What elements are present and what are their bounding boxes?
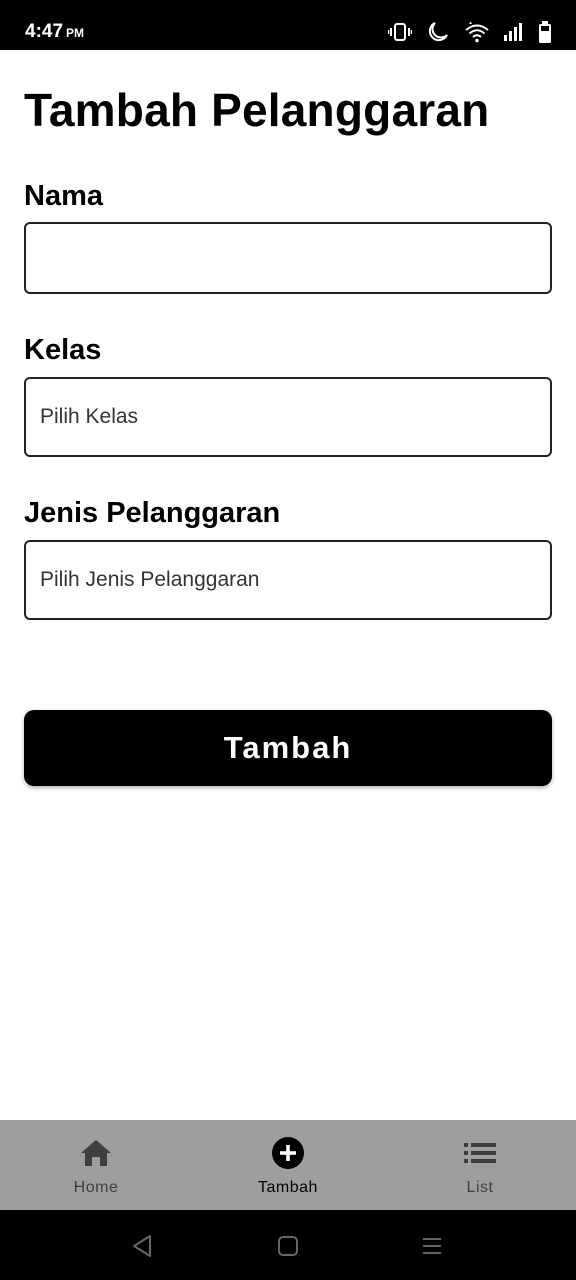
home-square-icon[interactable]: [274, 1232, 302, 1260]
tab-list[interactable]: List: [384, 1120, 576, 1210]
battery-icon: [538, 21, 552, 43]
tab-tambah-label: Tambah: [258, 1179, 318, 1196]
status-bar: 4:47 PM: [0, 0, 576, 50]
screen: 4:47 PM Tambah Pelanggaran Nama Kelas Pi…: [0, 0, 576, 1280]
add-circle-icon: [271, 1136, 305, 1170]
status-time: 4:47: [25, 21, 64, 42]
status-ampm: PM: [66, 26, 85, 40]
jenis-select[interactable]: Pilih Jenis Pelanggaran: [24, 540, 552, 620]
bottom-tab-bar: Home Tambah List: [0, 1120, 576, 1210]
status-clock: 4:47 PM: [25, 20, 84, 45]
signal-icon: [504, 23, 524, 41]
back-icon[interactable]: [128, 1232, 156, 1260]
nama-field-box: [24, 222, 552, 294]
kelas-select-value: Pilih Kelas: [40, 405, 139, 428]
menu-icon[interactable]: [418, 1232, 446, 1260]
wifi-icon: [464, 21, 490, 43]
tab-home-label: Home: [73, 1179, 119, 1196]
tambah-button[interactable]: Tambah: [24, 710, 552, 786]
nama-input[interactable]: [26, 224, 550, 292]
nama-label: Nama: [24, 180, 103, 212]
list-icon: [464, 1136, 496, 1170]
jenis-select-value: Pilih Jenis Pelanggaran: [40, 568, 260, 591]
status-icons: [388, 18, 552, 46]
tab-home[interactable]: Home: [0, 1120, 192, 1210]
system-nav-bar: [0, 1210, 576, 1280]
tab-list-label: List: [466, 1179, 494, 1196]
kelas-select[interactable]: Pilih Kelas: [24, 377, 552, 457]
tab-tambah[interactable]: Tambah: [192, 1120, 384, 1210]
jenis-label: Jenis Pelanggaran: [24, 497, 281, 529]
kelas-label: Kelas: [24, 334, 102, 366]
moon-icon: [426, 20, 450, 44]
vibrate-icon: [388, 22, 412, 42]
home-icon: [79, 1136, 113, 1170]
page-title: Tambah Pelanggaran: [24, 84, 490, 136]
